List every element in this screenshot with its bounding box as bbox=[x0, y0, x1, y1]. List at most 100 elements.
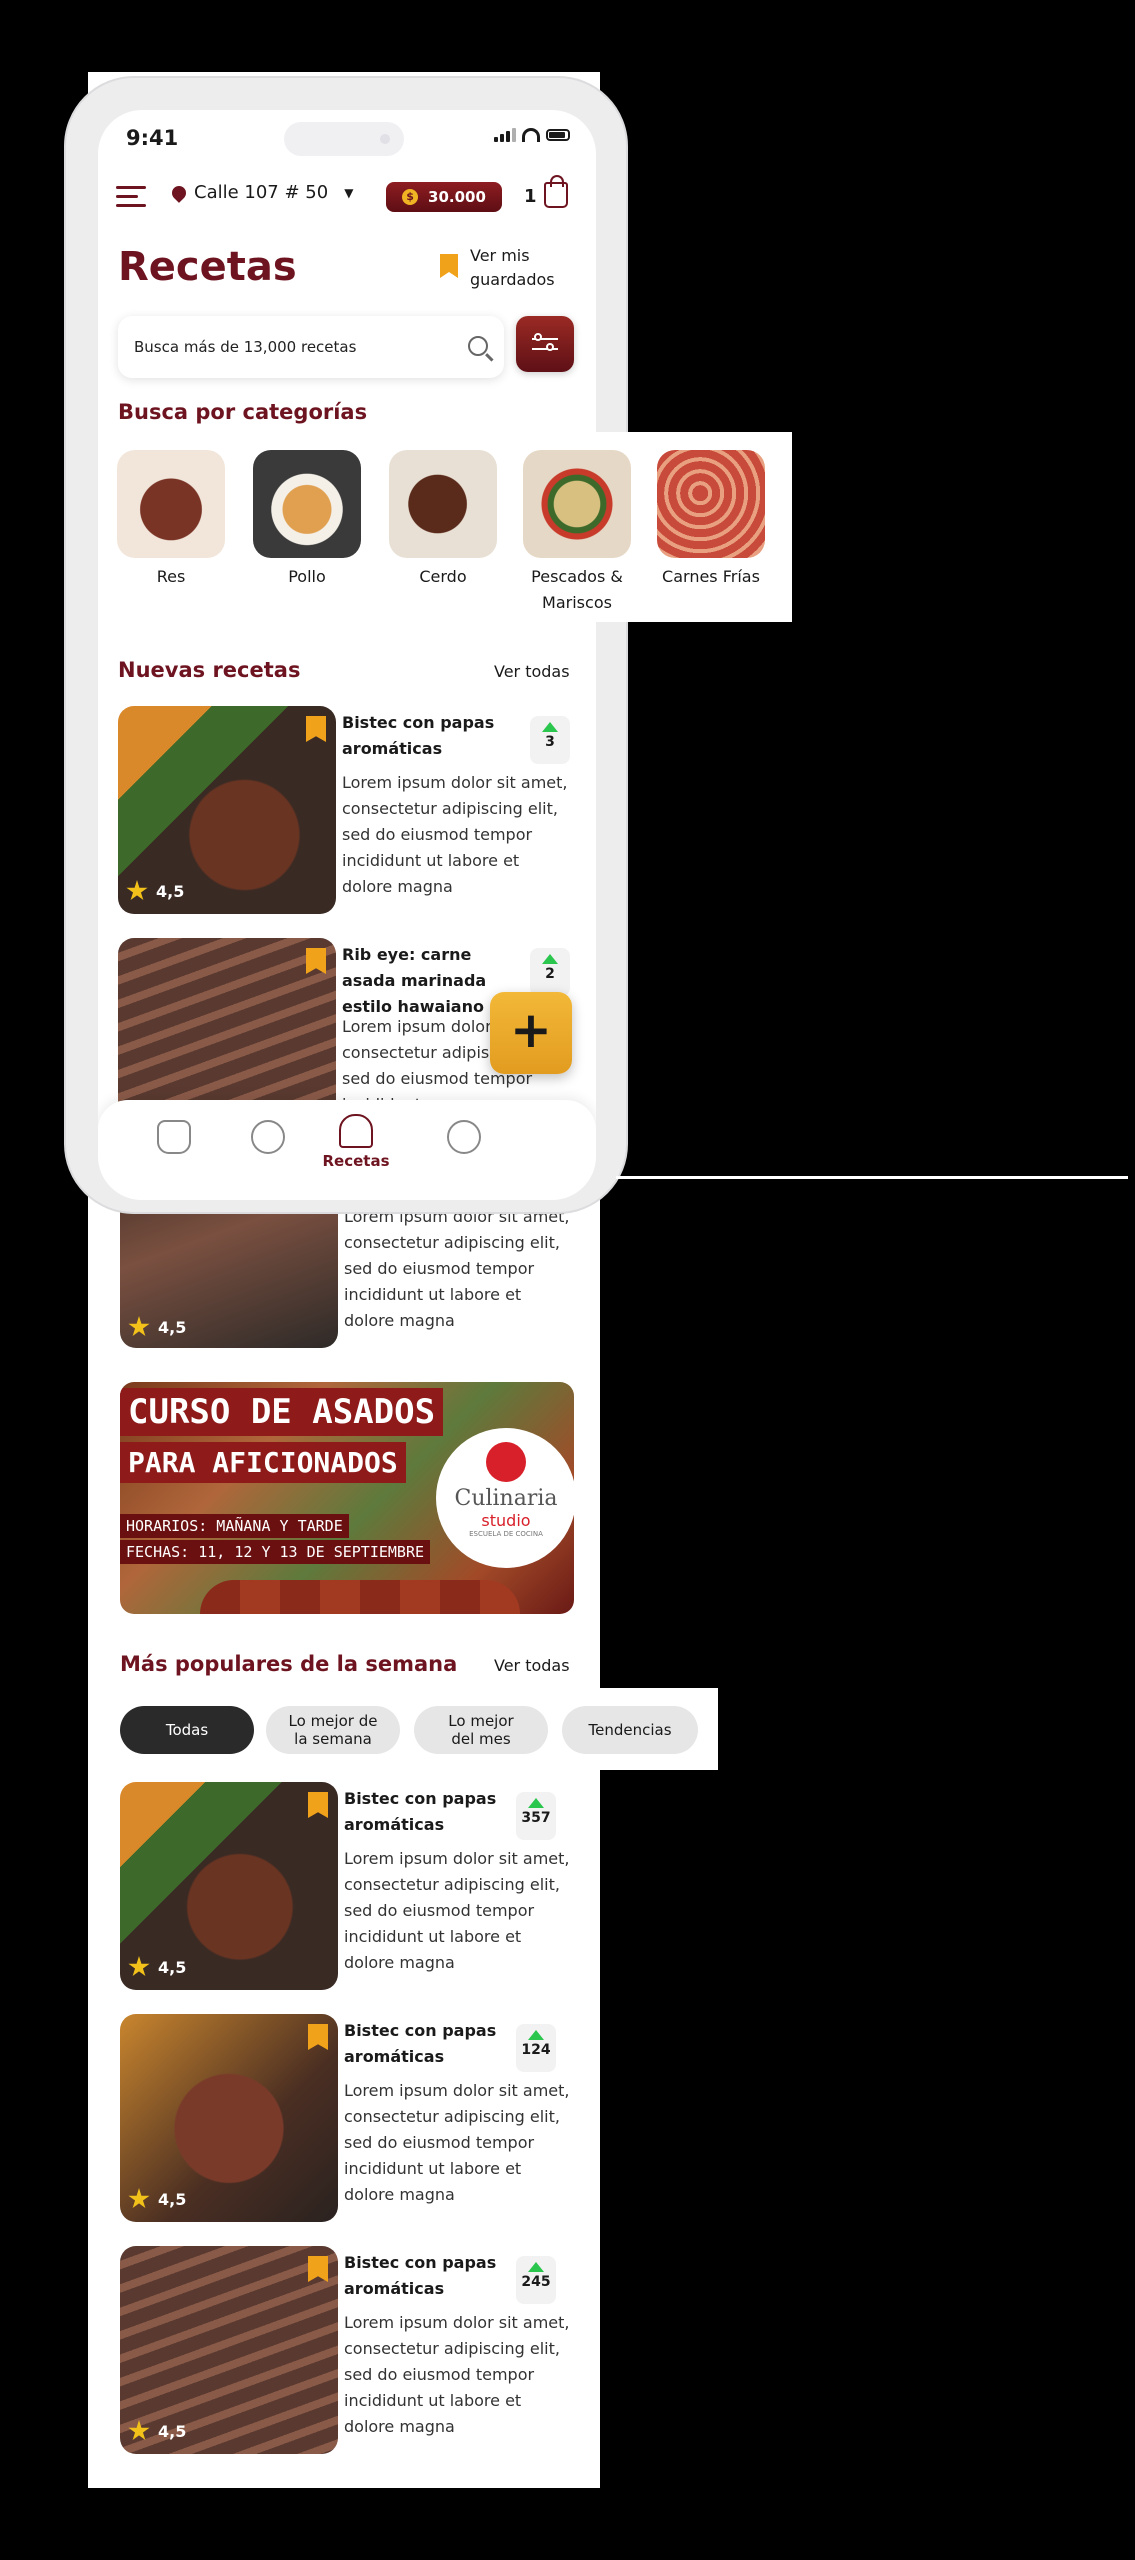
rating-value: 4,5 bbox=[158, 1957, 187, 1977]
rating: 4,5 bbox=[128, 1316, 186, 1338]
search-input[interactable]: Busca más de 13,000 recetas bbox=[118, 316, 504, 378]
top-bar: Calle 107 # 50 ▼ $ 30.000 1 bbox=[98, 172, 596, 222]
compass-icon bbox=[447, 1120, 481, 1154]
vote-badge[interactable]: 124 bbox=[516, 2024, 556, 2072]
category-carnes-frias[interactable]: Carnes Frías bbox=[652, 450, 770, 590]
arrow-up-icon bbox=[542, 722, 558, 732]
chevron-down-icon: ▼ bbox=[344, 185, 354, 200]
vote-count: 124 bbox=[521, 2042, 551, 2058]
vote-count: 2 bbox=[545, 966, 555, 982]
tab-trends[interactable]: Tendencias bbox=[562, 1706, 698, 1754]
recipe-name[interactable]: Bistec con papas aromáticas bbox=[344, 1786, 500, 1838]
rating: 4,5 bbox=[128, 1956, 186, 1978]
tab-todas[interactable]: Todas bbox=[120, 1706, 254, 1754]
category-pollo[interactable]: Pollo bbox=[248, 450, 366, 590]
category-image bbox=[389, 450, 497, 558]
recipe-image: 4,5 bbox=[120, 2246, 338, 2454]
bookmark-icon[interactable] bbox=[306, 716, 326, 742]
page-title: Recetas bbox=[118, 244, 297, 290]
cart-count: 1 bbox=[524, 186, 537, 207]
nav-explore-food[interactable] bbox=[228, 1120, 308, 1154]
bookmark-icon[interactable] bbox=[308, 1792, 328, 1818]
star-icon bbox=[126, 880, 148, 901]
star-icon bbox=[128, 2188, 150, 2209]
grill-image bbox=[200, 1580, 520, 1614]
tab-best-week[interactable]: Lo mejor de la semana bbox=[266, 1706, 400, 1754]
bookmark-icon[interactable] bbox=[308, 2256, 328, 2282]
nav-compass[interactable] bbox=[424, 1120, 504, 1154]
recipe-name[interactable]: Rib eye: carne asada marinada estilo haw… bbox=[342, 942, 498, 1020]
popular-recipe-card[interactable]: 4,5 Bistec con papas aromáticas 124 Lore… bbox=[120, 2014, 590, 2224]
rating: 4,5 bbox=[128, 2420, 186, 2442]
category-strip: Res Pollo Cerdo Pescados & Mariscos Carn… bbox=[98, 432, 792, 622]
coins-value: 30.000 bbox=[428, 188, 486, 206]
new-recipes-see-all[interactable]: Ver todas bbox=[494, 662, 570, 681]
category-label: Cerdo bbox=[419, 567, 467, 586]
bottom-nav: Recetas bbox=[98, 1100, 596, 1200]
category-cerdo[interactable]: Cerdo bbox=[384, 450, 502, 590]
recipe-description: Lorem ipsum dolor sit amet, consectetur … bbox=[342, 773, 568, 896]
logo-studio: studio bbox=[481, 1511, 531, 1530]
nav-recipes[interactable]: Recetas bbox=[316, 1114, 396, 1170]
wifi-icon bbox=[522, 128, 540, 142]
rating-value: 4,5 bbox=[158, 1317, 187, 1337]
search-icon[interactable] bbox=[468, 336, 488, 356]
rating-value: 4,5 bbox=[156, 881, 185, 901]
banner-hours: HORARIOS: MAÑANA Y TARDE bbox=[120, 1514, 349, 1538]
vote-count: 357 bbox=[521, 1810, 551, 1826]
recipe-name[interactable]: Bistec con papas aromáticas bbox=[344, 2018, 500, 2070]
tab-best-month[interactable]: Lo mejor del mes bbox=[414, 1706, 548, 1754]
bookmark-icon[interactable] bbox=[308, 2024, 328, 2050]
shopping-bag-icon[interactable] bbox=[544, 175, 568, 208]
recipe-card[interactable]: 4,5 Bistec con papas aromáticas 3 Lorem … bbox=[118, 706, 588, 916]
bookmark-icon[interactable] bbox=[306, 948, 326, 974]
vote-badge[interactable]: 2 bbox=[530, 948, 570, 996]
new-recipes-title: Nuevas recetas bbox=[118, 658, 301, 682]
nav-home[interactable] bbox=[134, 1120, 214, 1154]
menu-icon[interactable] bbox=[116, 186, 148, 208]
culinaria-logo: Culinaria studio ESCUELA DE COCINA bbox=[436, 1428, 574, 1568]
popular-recipe-card[interactable]: 4,5 Bistec con papas aromáticas 357 Lore… bbox=[120, 1782, 590, 1992]
filter-icon bbox=[532, 333, 558, 354]
arrow-up-icon bbox=[528, 2262, 544, 2272]
category-image bbox=[117, 450, 225, 558]
category-res[interactable]: Res bbox=[112, 450, 230, 590]
arrow-up-icon bbox=[528, 1798, 544, 1808]
saved-recipes-link[interactable]: Ver mis guardados bbox=[440, 244, 590, 292]
divider-line bbox=[616, 1176, 1128, 1179]
add-recipe-button[interactable]: + bbox=[490, 992, 572, 1074]
promo-banner[interactable]: CURSO DE ASADOS PARA AFICIONADOS HORARIO… bbox=[120, 1382, 574, 1614]
recipe-description: Lorem ipsum dolor sit amet, consectetur … bbox=[344, 2313, 570, 2436]
location-text: Calle 107 # 50 bbox=[194, 182, 329, 203]
arrow-up-icon bbox=[528, 2030, 544, 2040]
camera-dot bbox=[380, 134, 390, 144]
status-bar: 9:41 bbox=[98, 110, 596, 170]
recipe-image: 4,5 bbox=[120, 1782, 338, 1990]
status-time: 9:41 bbox=[126, 126, 179, 150]
rating-value: 4,5 bbox=[158, 2189, 187, 2209]
bookmark-icon bbox=[440, 254, 458, 278]
category-image bbox=[253, 450, 361, 558]
recipe-name[interactable]: Bistec con papas aromáticas bbox=[342, 710, 498, 762]
rating-value: 4,5 bbox=[158, 2421, 187, 2441]
star-icon bbox=[128, 1316, 150, 1337]
recipe-image: 4,5 bbox=[120, 2014, 338, 2222]
category-image bbox=[657, 450, 765, 558]
popular-see-all[interactable]: Ver todas bbox=[494, 1656, 570, 1675]
filter-button[interactable] bbox=[516, 316, 574, 372]
saved-recipes-label: Ver mis guardados bbox=[470, 246, 555, 289]
popular-recipe-card[interactable]: 4,5 Bistec con papas aromáticas 245 Lore… bbox=[120, 2246, 590, 2456]
category-pescados[interactable]: Pescados & Mariscos bbox=[518, 450, 636, 616]
category-label: Pescados & Mariscos bbox=[531, 567, 623, 612]
vote-badge[interactable]: 245 bbox=[516, 2256, 556, 2304]
arrow-up-icon bbox=[542, 954, 558, 964]
vote-badge[interactable]: 357 bbox=[516, 1792, 556, 1840]
star-icon bbox=[128, 2420, 150, 2441]
location-selector[interactable]: Calle 107 # 50 ▼ bbox=[169, 182, 354, 203]
recipe-description: Lorem ipsum dolor sit amet, consectetur … bbox=[344, 2081, 570, 2204]
coins-balance[interactable]: $ 30.000 bbox=[386, 182, 502, 212]
popular-tabs: Todas Lo mejor de la semana Lo mejor del… bbox=[100, 1688, 718, 1770]
popular-title: Más populares de la semana bbox=[120, 1652, 458, 1676]
recipe-name[interactable]: Bistec con papas aromáticas bbox=[344, 2250, 500, 2302]
vote-badge[interactable]: 3 bbox=[530, 716, 570, 764]
